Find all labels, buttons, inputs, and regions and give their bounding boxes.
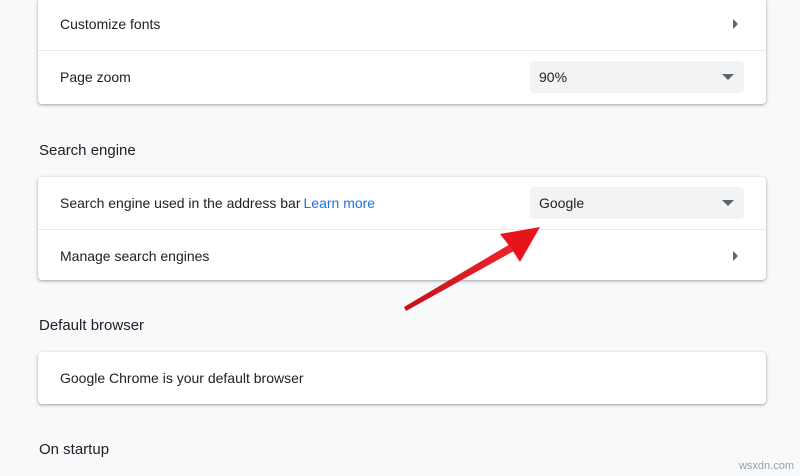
dropdown-arrow-icon xyxy=(722,200,734,206)
default-browser-row: Google Chrome is your default browser xyxy=(38,352,766,404)
manage-search-engines-row[interactable]: Manage search engines xyxy=(38,229,766,281)
chevron-right-icon[interactable] xyxy=(733,19,738,29)
search-engine-select[interactable]: Google xyxy=(530,187,744,219)
search-engine-row: Search engine used in the address bar Lea… xyxy=(38,177,766,229)
page-zoom-select[interactable]: 90% xyxy=(530,61,744,93)
default-browser-card: Google Chrome is your default browser xyxy=(38,352,766,404)
on-startup-section-title: On startup xyxy=(39,441,110,458)
chevron-right-icon[interactable] xyxy=(733,250,738,261)
default-browser-section-title: Default browser xyxy=(39,317,145,334)
watermark: wsxdn.com xyxy=(738,460,794,472)
customize-fonts-label: Customize fonts xyxy=(60,16,161,32)
page-zoom-row: Page zoom 90% xyxy=(38,50,766,102)
manage-search-engines-label: Manage search engines xyxy=(60,247,210,264)
learn-more-link[interactable]: Learn more xyxy=(304,195,376,211)
search-engine-section-title: Search engine xyxy=(39,142,136,159)
customize-fonts-row[interactable]: Customize fonts xyxy=(38,0,766,50)
page-zoom-value: 90% xyxy=(539,69,568,85)
dropdown-arrow-icon xyxy=(722,74,734,80)
default-browser-status: Google Chrome is your default browser xyxy=(60,370,304,386)
address-bar-label: Search engine used in the address bar xyxy=(60,195,301,211)
search-engine-value: Google xyxy=(539,195,585,211)
appearance-card: Customize fonts Page zoom 90% xyxy=(38,0,766,104)
search-engine-card: Search engine used in the address bar Lea… xyxy=(38,177,766,280)
